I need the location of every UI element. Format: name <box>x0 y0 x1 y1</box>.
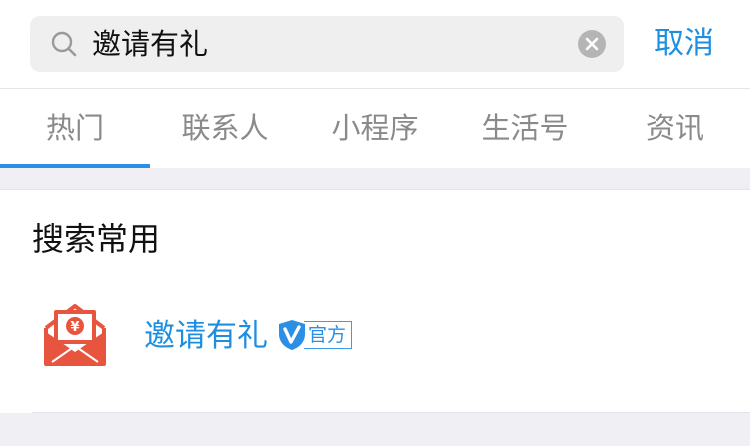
tab-contacts[interactable]: 联系人 <box>150 89 300 168</box>
verified-shield-icon <box>279 320 305 350</box>
tab-mini-programs[interactable]: 小程序 <box>300 89 450 168</box>
bottom-spacer <box>0 413 750 446</box>
cancel-button[interactable]: 取消 <box>654 16 724 72</box>
tab-life-accounts[interactable]: 生活号 <box>450 89 600 168</box>
section-divider <box>0 168 750 190</box>
result-item[interactable]: ¥ 邀请有礼 官方 <box>0 286 750 386</box>
tab-news[interactable]: 资讯 <box>600 89 750 168</box>
search-query-text: 邀请有礼 <box>92 27 209 61</box>
svg-text:¥: ¥ <box>70 320 79 335</box>
red-envelope-icon: ¥ <box>44 304 106 366</box>
official-badge: 官方 <box>278 319 353 351</box>
result-name: 邀请有礼 <box>144 318 268 354</box>
tab-bar: 热门 联系人 小程序 生活号 资讯 <box>0 88 750 168</box>
official-badge-label: 官方 <box>304 321 353 349</box>
search-input[interactable]: 邀请有礼 <box>30 16 624 72</box>
search-icon <box>51 31 77 57</box>
section-title: 搜索常用 <box>32 220 161 258</box>
search-bar: 邀请有礼 取消 <box>0 0 750 88</box>
clear-icon[interactable] <box>578 30 606 58</box>
tab-hot[interactable]: 热门 <box>0 89 150 168</box>
